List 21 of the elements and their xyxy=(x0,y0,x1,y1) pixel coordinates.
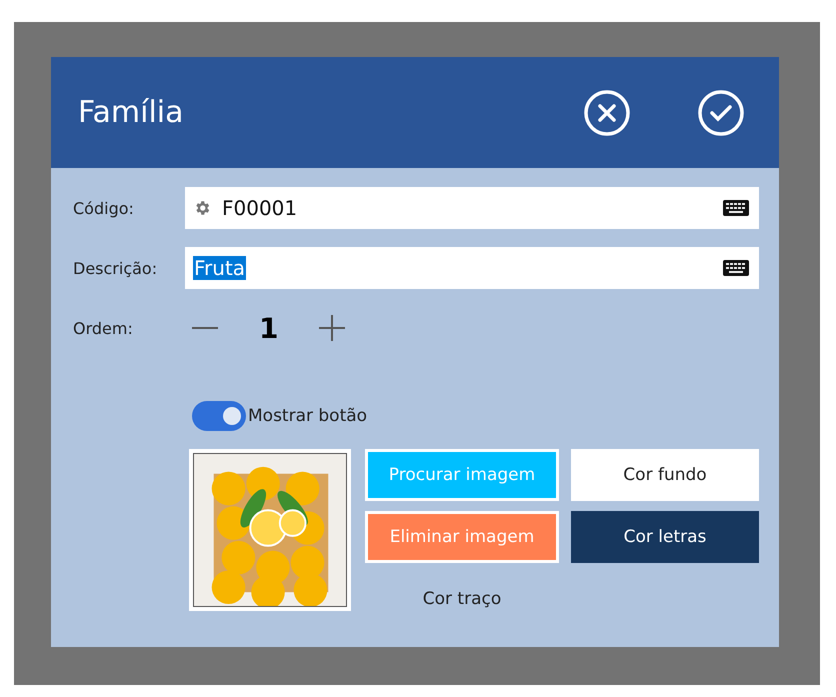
minus-icon xyxy=(191,327,219,329)
plus-button[interactable] xyxy=(318,314,346,342)
confirm-button[interactable] xyxy=(697,88,745,136)
field-value: Fruta xyxy=(193,256,246,280)
toggle-switch[interactable] xyxy=(192,401,246,431)
keyboard-icon[interactable] xyxy=(723,200,749,216)
close-button[interactable] xyxy=(583,88,631,136)
minus-button[interactable] xyxy=(191,327,219,329)
text-field[interactable]: F00001 xyxy=(185,187,759,229)
field-value: F00001 xyxy=(221,196,298,220)
color-button[interactable]: Cor letras xyxy=(571,511,759,563)
field-label: Descrição: xyxy=(73,258,158,278)
keyboard-icon[interactable] xyxy=(723,260,749,276)
order-value: 1 xyxy=(259,312,278,344)
field-label: Ordem: xyxy=(73,318,134,338)
window-title: Família xyxy=(78,95,184,130)
text-field[interactable]: Fruta xyxy=(185,247,759,289)
toggle-label: Mostrar botão xyxy=(248,406,368,426)
plus-icon xyxy=(318,314,346,342)
color-button[interactable]: Cor fundo xyxy=(571,449,759,501)
field-label: Código: xyxy=(73,198,135,218)
